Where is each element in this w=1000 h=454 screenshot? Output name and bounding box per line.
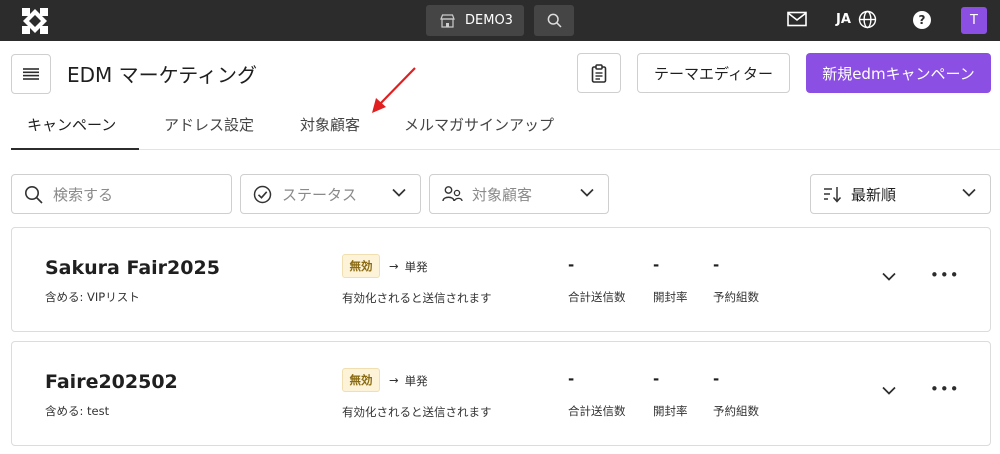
reservations-value: - <box>713 256 720 274</box>
reservations-label: 予約組数 <box>713 404 759 418</box>
sort-icon <box>824 186 842 203</box>
campaign-name: Sakura Fair2025 <box>45 257 220 279</box>
tab-campaigns[interactable]: キャンペーン <box>11 114 139 150</box>
search-icon <box>25 185 43 204</box>
theme-editor-button[interactable]: テーマエディター <box>637 53 790 93</box>
chevron-down-icon <box>392 188 406 197</box>
campaign-schedule: → 単発 <box>389 373 428 389</box>
open-rate-label: 開封率 <box>653 290 688 304</box>
activation-note: 有効化されると送信されます <box>342 405 492 419</box>
expand-chevron-icon[interactable] <box>882 272 896 281</box>
annotation-arrow-icon <box>372 67 416 113</box>
campaign-tabs: キャンペーン アドレス設定 対象顧客 メルマガサインアップ <box>11 104 1000 150</box>
campaign-card[interactable]: Sakura Fair2025 含める: VIPリスト 無効 → 単発 有効化さ… <box>11 227 991 332</box>
arrow-right-icon: → <box>389 373 399 387</box>
language-code: JA <box>836 12 851 27</box>
campaign-include: 含める: VIPリスト <box>45 290 140 304</box>
campaign-schedule: → 単発 <box>389 259 428 275</box>
status-filter-label: ステータス <box>282 185 358 204</box>
sort-dropdown[interactable]: 最新順 <box>810 174 991 214</box>
audience-filter-label: 対象顧客 <box>472 185 533 204</box>
sort-label: 最新順 <box>851 185 897 204</box>
status-badge: 無効 <box>342 254 380 278</box>
search-placeholder: 検索する <box>53 185 114 204</box>
mail-icon[interactable] <box>787 11 807 27</box>
help-icon[interactable]: ? <box>913 11 931 29</box>
expand-chevron-icon[interactable] <box>882 386 896 395</box>
store-name: DEMO3 <box>465 13 513 28</box>
search-icon <box>547 13 562 28</box>
tab-address-settings[interactable]: アドレス設定 <box>164 114 254 150</box>
open-rate-value: - <box>653 370 660 388</box>
store-icon <box>440 13 455 28</box>
schedule-type: 単発 <box>404 260 428 274</box>
new-campaign-button[interactable]: 新規edmキャンペーン <box>806 53 991 93</box>
sidebar-toggle-button[interactable] <box>11 54 51 94</box>
audience-filter-dropdown[interactable]: 対象顧客 <box>429 174 609 214</box>
total-sent-value: - <box>568 370 575 388</box>
language-selector[interactable]: JA <box>836 10 877 29</box>
open-rate-label: 開封率 <box>653 404 688 418</box>
total-sent-label: 合計送信数 <box>568 404 626 418</box>
globe-icon <box>858 10 877 29</box>
more-options-icon[interactable]: ••• <box>930 266 960 284</box>
clipboard-button[interactable] <box>577 53 621 93</box>
chevron-down-icon <box>962 188 976 197</box>
user-avatar[interactable]: T <box>961 7 987 34</box>
more-options-icon[interactable]: ••• <box>930 380 960 398</box>
app-logo-icon[interactable] <box>22 8 48 34</box>
arrow-right-icon: → <box>389 259 399 273</box>
check-circle-icon <box>253 185 272 203</box>
status-filter-dropdown[interactable]: ステータス <box>240 174 421 214</box>
chevron-down-icon <box>580 188 594 197</box>
page-title: EDM マーケティング <box>67 63 258 87</box>
top-bar: DEMO3 JA ? T <box>0 0 1000 41</box>
campaign-name: Faire202502 <box>45 371 178 393</box>
hamburger-menu-icon <box>23 68 39 80</box>
avatar-initial: T <box>970 13 978 28</box>
total-sent-label: 合計送信数 <box>568 290 626 304</box>
schedule-type: 単発 <box>404 374 428 388</box>
campaign-search-field[interactable]: 検索する <box>11 174 232 214</box>
activation-note: 有効化されると送信されます <box>342 291 492 305</box>
open-rate-value: - <box>653 256 660 274</box>
people-icon <box>442 186 463 202</box>
store-selector-button[interactable]: DEMO3 <box>426 5 524 36</box>
status-badge: 無効 <box>342 368 380 392</box>
reservations-label: 予約組数 <box>713 290 759 304</box>
reservations-value: - <box>713 370 720 388</box>
help-glyph: ? <box>918 13 926 27</box>
global-search-button[interactable] <box>534 5 574 36</box>
tab-newsletter-signup[interactable]: メルマガサインアップ <box>404 114 554 150</box>
tab-target-customers[interactable]: 対象顧客 <box>300 114 360 150</box>
total-sent-value: - <box>568 256 575 274</box>
campaign-include: 含める: test <box>45 404 110 418</box>
campaign-card[interactable]: Faire202502 含める: test 無効 → 単発 有効化されると送信さ… <box>11 341 991 446</box>
clipboard-icon <box>591 63 607 83</box>
